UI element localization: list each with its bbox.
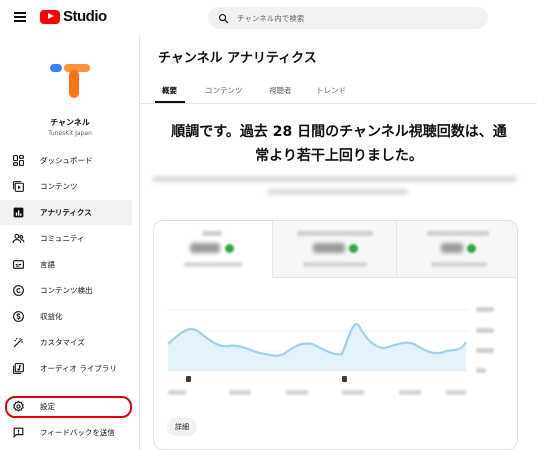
copyright-icon — [13, 285, 24, 296]
details-button[interactable]: 詳細 — [167, 418, 197, 436]
logo-text: Studio — [63, 8, 107, 25]
sidebar-item-label: カスタマイズ — [40, 338, 85, 347]
page-title: チャンネル アナリティクス — [158, 51, 317, 66]
sidebar-item-label: アナリティクス — [40, 208, 92, 217]
chart-y-labels-blurred — [476, 307, 494, 373]
metric-value-blurred — [441, 243, 463, 253]
sidebar-item-customize[interactable]: カスタマイズ — [0, 330, 132, 355]
sidebar-item-label: コンテンツ — [40, 182, 78, 191]
video-upload-markers — [186, 376, 347, 382]
performance-headline: 順調です。過去 28 日間のチャンネル視聴回数は、通 常より若干上回りました。 — [152, 120, 526, 168]
sidebar-item-community[interactable]: コミュニティ — [0, 226, 132, 251]
metric-label-blurred — [297, 231, 373, 236]
feedback-icon — [13, 427, 24, 439]
sidebar-item-audio-library[interactable]: オーディオ ライブラリ — [0, 356, 132, 381]
tab-overview[interactable]: 概要 — [162, 85, 177, 96]
youtube-play-icon — [40, 9, 60, 24]
community-icon — [12, 233, 25, 243]
tab-trends[interactable]: トレンド — [316, 85, 346, 96]
subtitles-icon — [13, 260, 24, 269]
sidebar-item-label: 収益化 — [40, 312, 63, 321]
tab-content[interactable]: コンテンツ — [205, 85, 243, 96]
tab-audience[interactable]: 視聴者 — [269, 85, 292, 96]
sidebar-item-label: 言語 — [40, 260, 55, 269]
metric-value-blurred — [313, 243, 345, 253]
metrics-card: 詳細 — [153, 220, 518, 450]
metric-sub-blurred — [184, 262, 242, 267]
settings-highlight-ring — [5, 396, 132, 418]
studio-logo[interactable]: Studio — [40, 8, 107, 25]
sidebar-item-label: コミュニティ — [40, 234, 85, 243]
analytics-tabs: 概要 コンテンツ 視聴者 トレンド — [140, 75, 537, 104]
sidebar-item-subtitles[interactable]: 言語 — [0, 252, 132, 277]
sidebar-item-label: フィードバックを送信 — [40, 428, 115, 437]
check-circle-icon — [225, 244, 234, 253]
blurred-description-line — [268, 189, 408, 195]
headline-line-2: 常より若干上回りました。 — [255, 148, 423, 164]
metric-tab-views[interactable] — [154, 221, 272, 278]
sidebar-item-analytics[interactable]: アナリティクス — [0, 200, 132, 225]
check-circle-icon — [349, 244, 358, 253]
search-icon — [219, 13, 229, 23]
sidebar-item-monetization[interactable]: 収益化 — [0, 304, 132, 329]
top-bar: Studio — [0, 0, 537, 36]
dollar-icon — [13, 311, 24, 322]
content-icon — [13, 181, 24, 192]
audio-library-icon — [13, 363, 24, 374]
channel-name: チャンネル — [50, 118, 90, 127]
metric-tab-subscribers[interactable] — [396, 221, 517, 278]
metric-tab-watch-time[interactable] — [272, 221, 396, 278]
sidebar-item-feedback[interactable]: フィードバックを送信 — [0, 420, 132, 445]
sidebar-item-label: コンテンツ検出 — [40, 286, 93, 295]
sidebar-item-content-detection[interactable]: コンテンツ検出 — [0, 278, 132, 303]
search-bar[interactable] — [208, 7, 488, 29]
metric-sub-blurred — [431, 262, 487, 267]
sidebar: チャンネル TunesKit Japan ダッシュボード コンテンツ アナリティ… — [0, 36, 140, 450]
sidebar-item-label: ダッシュボード — [40, 156, 93, 165]
chart-x-labels-blurred — [168, 390, 466, 395]
metric-label-blurred — [427, 231, 489, 236]
metric-label-blurred — [202, 231, 222, 236]
sidebar-item-content[interactable]: コンテンツ — [0, 174, 132, 199]
metric-value-blurred — [190, 243, 220, 253]
views-chart — [166, 307, 494, 395]
check-circle-icon — [467, 244, 476, 253]
magic-wand-icon — [13, 337, 23, 348]
active-tab-indicator — [155, 101, 185, 103]
dashboard-icon — [13, 155, 24, 166]
blurred-description-line — [152, 176, 517, 182]
sidebar-item-label: オーディオ ライブラリ — [40, 364, 117, 373]
channel-subtitle: TunesKit Japan — [48, 130, 92, 137]
headline-line-1: 順調です。過去 28 日間のチャンネル視聴回数は、通 — [171, 124, 507, 140]
channel-avatar[interactable] — [48, 58, 92, 102]
hamburger-icon[interactable] — [14, 12, 26, 22]
search-input[interactable] — [237, 13, 467, 23]
sidebar-item-dashboard[interactable]: ダッシュボード — [0, 148, 132, 173]
analytics-icon — [13, 207, 24, 218]
metric-sub-blurred — [303, 262, 367, 267]
